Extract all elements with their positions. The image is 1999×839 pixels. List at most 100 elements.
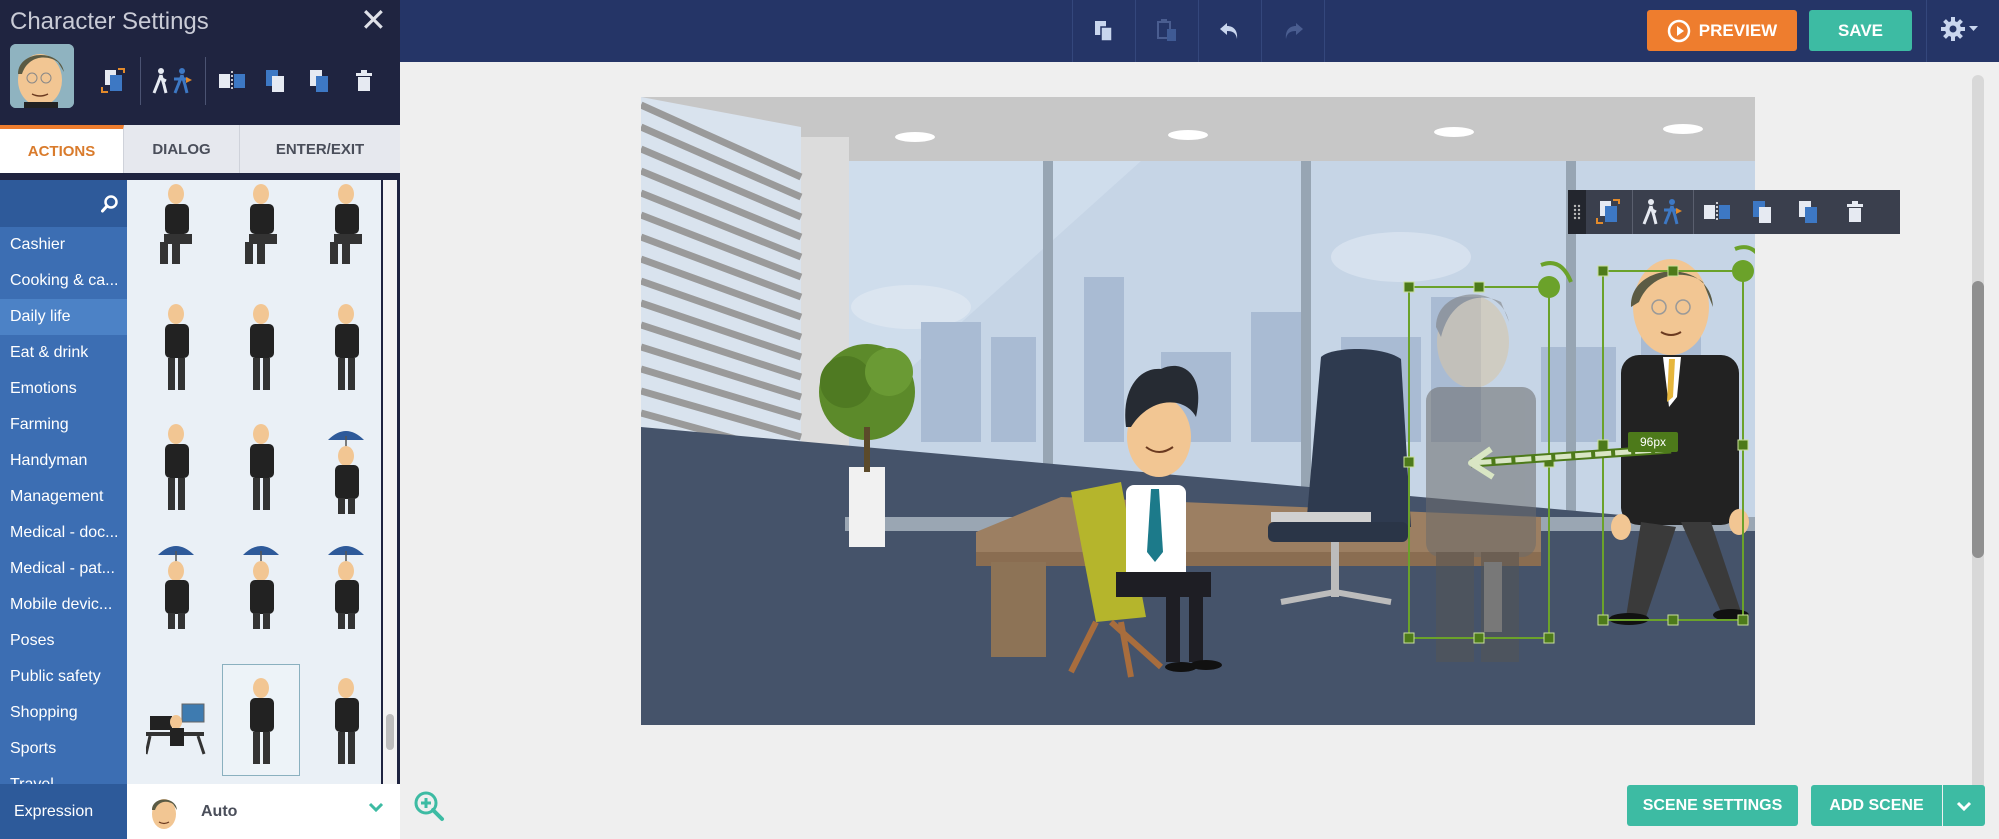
rotate-handle[interactable]: [1732, 260, 1754, 282]
split-button[interactable]: [1694, 190, 1740, 234]
category-item[interactable]: Eat & drink: [0, 335, 127, 371]
action-thumbnail-phone-call-bent[interactable]: [222, 410, 300, 522]
action-thumbnail-running[interactable]: [307, 664, 381, 776]
resize-handle[interactable]: [1737, 439, 1749, 451]
category-item[interactable]: Public safety: [0, 659, 127, 695]
resize-handle[interactable]: [1597, 265, 1609, 277]
expression-select[interactable]: Auto: [127, 784, 400, 839]
resize-handle[interactable]: [1473, 281, 1485, 293]
character-pose-icon: [250, 304, 274, 390]
layer-forward-icon: [1753, 201, 1771, 223]
add-scene-dropdown-button[interactable]: [1943, 785, 1985, 826]
resize-handle[interactable]: [1403, 281, 1415, 293]
delete-button[interactable]: [1832, 190, 1878, 234]
action-thumbnail-hands-clasped[interactable]: [307, 290, 381, 402]
send-backward-button[interactable]: [298, 59, 342, 103]
category-item[interactable]: Daily life: [0, 299, 127, 335]
category-item[interactable]: Cashier: [0, 227, 127, 263]
action-thumbnail-sitting-pose-thinking[interactable]: [307, 180, 381, 282]
action-thumbnail-walking[interactable]: [222, 664, 300, 776]
copy-button[interactable]: [1073, 0, 1136, 62]
action-thumbnail-phone-call-hand-to-ear[interactable]: [137, 410, 215, 522]
preview-button[interactable]: PREVIEW: [1647, 10, 1797, 51]
paste-button[interactable]: [1136, 0, 1199, 62]
split-button[interactable]: [210, 59, 254, 103]
swap-icon: [101, 68, 125, 93]
swap-character-button[interactable]: [1586, 190, 1632, 234]
character-avatar[interactable]: [10, 44, 74, 108]
resize-handle[interactable]: [1403, 456, 1415, 468]
action-thumbnail-sitting-pose[interactable]: [137, 180, 215, 282]
category-item[interactable]: Medical - doc...: [0, 515, 127, 551]
category-item[interactable]: Mobile devic...: [0, 587, 127, 623]
layer-backward-icon: [310, 70, 328, 92]
redo-button[interactable]: [1262, 0, 1325, 62]
character-pose-icon: [250, 678, 274, 764]
character-pose-icon: [146, 703, 206, 755]
resize-handle[interactable]: [1473, 632, 1485, 644]
bring-forward-button[interactable]: [254, 59, 298, 103]
send-backward-button[interactable]: [1786, 190, 1832, 234]
scene-settings-button[interactable]: SCENE SETTINGS: [1627, 785, 1798, 826]
category-item[interactable]: Emotions: [0, 371, 127, 407]
paste-icon: [1157, 19, 1176, 41]
category-item[interactable]: Farming: [0, 407, 127, 443]
trash-icon: [356, 70, 372, 91]
scrollbar-thumb[interactable]: [1972, 281, 1984, 558]
action-thumbnail-arms-crossed-laughing[interactable]: [222, 290, 300, 402]
thumbnail-scrollbar[interactable]: [383, 180, 397, 784]
walk-action-button[interactable]: [1633, 190, 1693, 234]
zoom-in-button[interactable]: [413, 790, 445, 827]
undo-button[interactable]: [1199, 0, 1262, 62]
tab-dialog[interactable]: DIALOG: [124, 125, 240, 173]
category-item[interactable]: Travel: [0, 767, 127, 784]
action-thumbnail-working-at-desk[interactable]: [137, 664, 215, 776]
layer-forward-icon: [266, 70, 284, 92]
expression-value: Auto: [201, 802, 238, 820]
category-item[interactable]: Shopping: [0, 695, 127, 731]
category-item[interactable]: Sports: [0, 731, 127, 767]
category-item[interactable]: Cooking & ca...: [0, 263, 127, 299]
action-thumbnail-umbrella-rain[interactable]: [137, 525, 215, 637]
drag-handle[interactable]: [1568, 190, 1586, 234]
tab-actions[interactable]: ACTIONS: [0, 125, 124, 173]
swap-character-button[interactable]: [92, 59, 136, 103]
save-button[interactable]: SAVE: [1809, 10, 1912, 51]
category-item[interactable]: Management: [0, 479, 127, 515]
action-thumbnail-broken-umbrella-walking[interactable]: [222, 525, 300, 637]
character-pose-icon: [328, 431, 364, 514]
category-item[interactable]: Poses: [0, 623, 127, 659]
category-search[interactable]: [0, 180, 127, 227]
character-face-icon: [152, 798, 177, 829]
trash-icon: [1847, 201, 1863, 222]
resize-handle[interactable]: [1667, 614, 1679, 626]
action-thumbnail-broken-umbrella-small[interactable]: [307, 410, 381, 522]
resize-handle[interactable]: [1543, 632, 1555, 644]
action-thumbnail-umbrella-walking[interactable]: [307, 525, 381, 637]
close-icon: ✕: [360, 2, 387, 38]
bring-forward-button[interactable]: [1740, 190, 1786, 234]
action-thumbnail-sitting-pose-hands-knees[interactable]: [222, 180, 300, 282]
resize-handle[interactable]: [1737, 614, 1749, 626]
category-item[interactable]: Medical - pat...: [0, 551, 127, 587]
delete-button[interactable]: [342, 59, 386, 103]
settings-menu-button[interactable]: [1940, 16, 1978, 42]
resize-handle[interactable]: [1597, 614, 1609, 626]
preview-label: PREVIEW: [1698, 20, 1778, 40]
resize-handle[interactable]: [1403, 632, 1415, 644]
character-pose-icon: [330, 184, 362, 264]
walking-figures-icon: [152, 68, 192, 94]
add-scene-button[interactable]: ADD SCENE: [1811, 785, 1942, 826]
resize-handle[interactable]: [1667, 265, 1679, 277]
split-icon: [1704, 202, 1730, 222]
category-item[interactable]: Handyman: [0, 443, 127, 479]
close-button[interactable]: ✕: [360, 4, 387, 36]
tab-enter-exit[interactable]: ENTER/EXIT: [240, 125, 400, 173]
character-pose-icon: [335, 304, 359, 390]
rotate-handle[interactable]: [1538, 276, 1560, 298]
walk-action-button[interactable]: [145, 59, 201, 103]
canvas-scrollbar[interactable]: [1972, 75, 1984, 810]
resize-handle[interactable]: [1597, 439, 1609, 451]
action-thumbnail-standing-pose[interactable]: [137, 290, 215, 402]
scrollbar-thumb[interactable]: [386, 714, 394, 750]
